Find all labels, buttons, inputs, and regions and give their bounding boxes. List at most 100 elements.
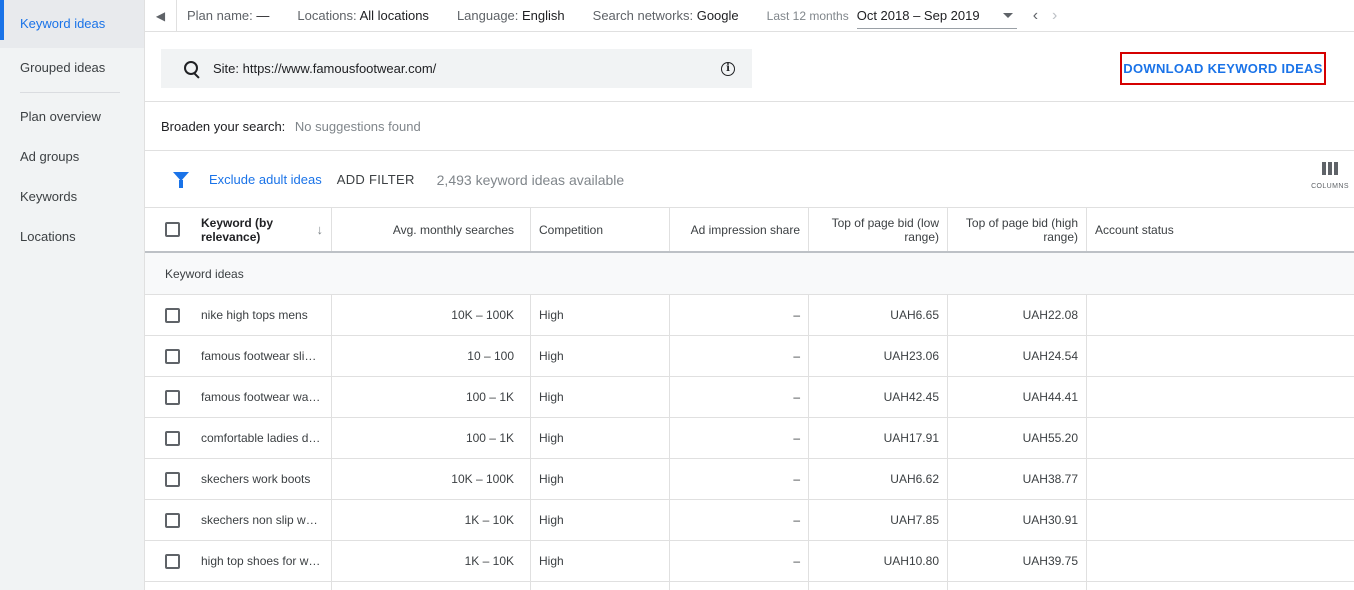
columns-button[interactable]: COLUMNS xyxy=(1310,162,1350,190)
header-keyword[interactable]: Keyword (by relevance) ↓ xyxy=(185,208,332,251)
bid-low-cell: UAH10.80 xyxy=(809,541,948,581)
table-row[interactable]: famous footwear wa… 100 – 1K High – UAH4… xyxy=(145,377,1354,418)
dropdown-caret-icon xyxy=(1002,12,1013,18)
table-row[interactable]: famous footwear slip… 10 – 100 High – UA… xyxy=(145,336,1354,377)
filter-icon[interactable] xyxy=(173,171,189,188)
header-avg-monthly-searches[interactable]: Avg. monthly searches xyxy=(332,208,531,251)
plan-settings-bar: ◀ Plan name: — Locations: All locations … xyxy=(145,0,1354,32)
bid-high-cell: UAH44.41 xyxy=(948,377,1087,417)
row-checkbox[interactable] xyxy=(165,471,180,487)
bid-high-cell: UAH38.77 xyxy=(948,459,1087,499)
bid-low-cell: UAH23.06 xyxy=(809,336,948,376)
table-row[interactable]: nike high tops mens 10K – 100K High – UA… xyxy=(145,295,1354,336)
row-checkbox[interactable] xyxy=(165,430,180,446)
competition-cell: High xyxy=(531,418,670,458)
keyword-search-box[interactable]: Site: https://www.famousfootwear.com/ i xyxy=(161,49,752,88)
account-cell xyxy=(1087,582,1354,590)
table-row[interactable]: comfortable ladies dr… 100 – 1K High – U… xyxy=(145,418,1354,459)
add-filter-button[interactable]: ADD FILTER xyxy=(337,172,415,187)
ideas-available-count: 2,493 keyword ideas available xyxy=(436,171,625,188)
sidebar-item-ad-groups[interactable]: Ad groups xyxy=(0,137,144,177)
row-checkbox-cell xyxy=(145,500,185,540)
account-cell xyxy=(1087,295,1354,335)
bid-low-cell: UAH6.65 xyxy=(809,295,948,335)
broaden-value: No suggestions found xyxy=(294,119,421,134)
group-label: Keyword ideas xyxy=(165,266,244,281)
header-keyword-label: Keyword (by relevance) xyxy=(201,215,274,244)
bid-high-cell: UAH30.91 xyxy=(948,500,1087,540)
next-period-icon[interactable]: › xyxy=(1052,7,1057,25)
header-ad-impression-share[interactable]: Ad impression share xyxy=(670,208,809,251)
competition-cell: High xyxy=(531,541,670,581)
row-checkbox[interactable] xyxy=(165,553,180,569)
locations-label: Locations: xyxy=(297,8,357,23)
sidebar-item-keywords[interactable]: Keywords xyxy=(0,177,144,217)
language-setting[interactable]: Language: English xyxy=(457,8,565,23)
filter-bar: Exclude adult ideas ADD FILTER 2,493 key… xyxy=(145,152,1354,207)
row-checkbox[interactable] xyxy=(165,389,180,405)
date-range-selector[interactable]: Oct 2018 – Sep 2019 xyxy=(856,3,1017,29)
keyword-cell: comfortable ladies dr… xyxy=(185,418,332,458)
locations-value: All locations xyxy=(359,8,429,23)
bid-high-cell: UAH55.20 xyxy=(948,418,1087,458)
collapse-sidebar-button[interactable]: ◀ xyxy=(145,0,177,32)
header-top-bid-low[interactable]: Top of page bid (low range) xyxy=(809,208,948,251)
keyword-cell: famous footwear slip… xyxy=(185,336,332,376)
header-top-bid-high[interactable]: Top of page bid (high range) xyxy=(948,208,1087,251)
plan-name-setting[interactable]: Plan name: — xyxy=(187,8,269,23)
avg-searches-cell: 1K – 10K xyxy=(332,541,531,581)
bid-high-cell: UAH24.54 xyxy=(948,336,1087,376)
keyword-cell: skechers work boots xyxy=(185,459,332,499)
broaden-search: Broaden your search: No suggestions foun… xyxy=(161,119,421,134)
exclude-adult-ideas-filter[interactable]: Exclude adult ideas xyxy=(209,172,322,187)
sidebar-item-plan-overview[interactable]: Plan overview xyxy=(0,97,144,137)
date-range-value: Oct 2018 – Sep 2019 xyxy=(856,7,980,23)
keyword-text: skechers non slip wo… xyxy=(201,513,323,527)
bid-low-cell: UAH7.85 xyxy=(809,500,948,540)
search-networks-setting[interactable]: Search networks: Google xyxy=(593,8,739,23)
table-row[interactable]: skechers work boots 10K – 100K High – UA… xyxy=(145,459,1354,500)
header-account-status[interactable]: Account status xyxy=(1087,208,1354,251)
impression-cell: – xyxy=(670,295,809,335)
plan-name-value: — xyxy=(256,8,270,23)
bid-low-cell xyxy=(809,582,948,590)
header-competition[interactable]: Competition xyxy=(531,208,670,251)
avg-searches-cell xyxy=(332,582,531,590)
row-checkbox-cell xyxy=(145,582,185,590)
avg-searches-cell: 10 – 100 xyxy=(332,336,531,376)
language-label: Language: xyxy=(456,8,519,23)
competition-cell: High xyxy=(531,459,670,499)
search-input[interactable]: Site: https://www.famousfootwear.com/ xyxy=(213,61,721,76)
keyword-ideas-table: Keyword (by relevance) ↓ Avg. monthly sea… xyxy=(145,207,1354,590)
avg-searches-cell: 100 – 1K xyxy=(332,418,531,458)
row-checkbox[interactable] xyxy=(165,307,180,323)
download-keyword-ideas-button[interactable]: DOWNLOAD KEYWORD IDEAS xyxy=(1120,52,1326,85)
bid-high-cell xyxy=(948,582,1087,590)
table-row-partial xyxy=(145,582,1354,590)
sidebar-item-grouped-ideas[interactable]: Grouped ideas xyxy=(0,48,144,88)
impression-cell: – xyxy=(670,418,809,458)
locations-setting[interactable]: Locations: All locations xyxy=(297,8,429,23)
row-checkbox[interactable] xyxy=(165,348,180,364)
sort-down-icon[interactable]: ↓ xyxy=(317,222,324,237)
row-checkbox[interactable] xyxy=(165,512,180,528)
table-header-row: Keyword (by relevance) ↓ Avg. monthly sea… xyxy=(145,207,1354,253)
divider xyxy=(145,150,1354,151)
broaden-label: Broaden your search: xyxy=(161,119,286,134)
group-row: Keyword ideas xyxy=(145,253,1354,295)
plan-name-label: Plan name: xyxy=(187,8,253,23)
row-checkbox-cell xyxy=(145,295,185,335)
table-row[interactable]: high top shoes for w… 1K – 10K High – UA… xyxy=(145,541,1354,582)
keyword-text: high top shoes for w… xyxy=(201,554,321,568)
keyword-cell: famous footwear wa… xyxy=(185,377,332,417)
previous-period-icon[interactable]: ‹ xyxy=(1033,7,1038,25)
select-all-checkbox[interactable] xyxy=(165,222,180,237)
language-value: English xyxy=(522,8,565,23)
impression-cell xyxy=(670,582,809,590)
sidebar-item-locations[interactable]: Locations xyxy=(0,217,144,257)
sidebar-item-keyword-ideas[interactable]: Keyword ideas xyxy=(0,0,144,48)
info-icon[interactable]: i xyxy=(721,61,735,76)
table-row[interactable]: skechers non slip wo… 1K – 10K High – UA… xyxy=(145,500,1354,541)
keyword-text: skechers work boots xyxy=(201,472,311,486)
account-cell xyxy=(1087,541,1354,581)
